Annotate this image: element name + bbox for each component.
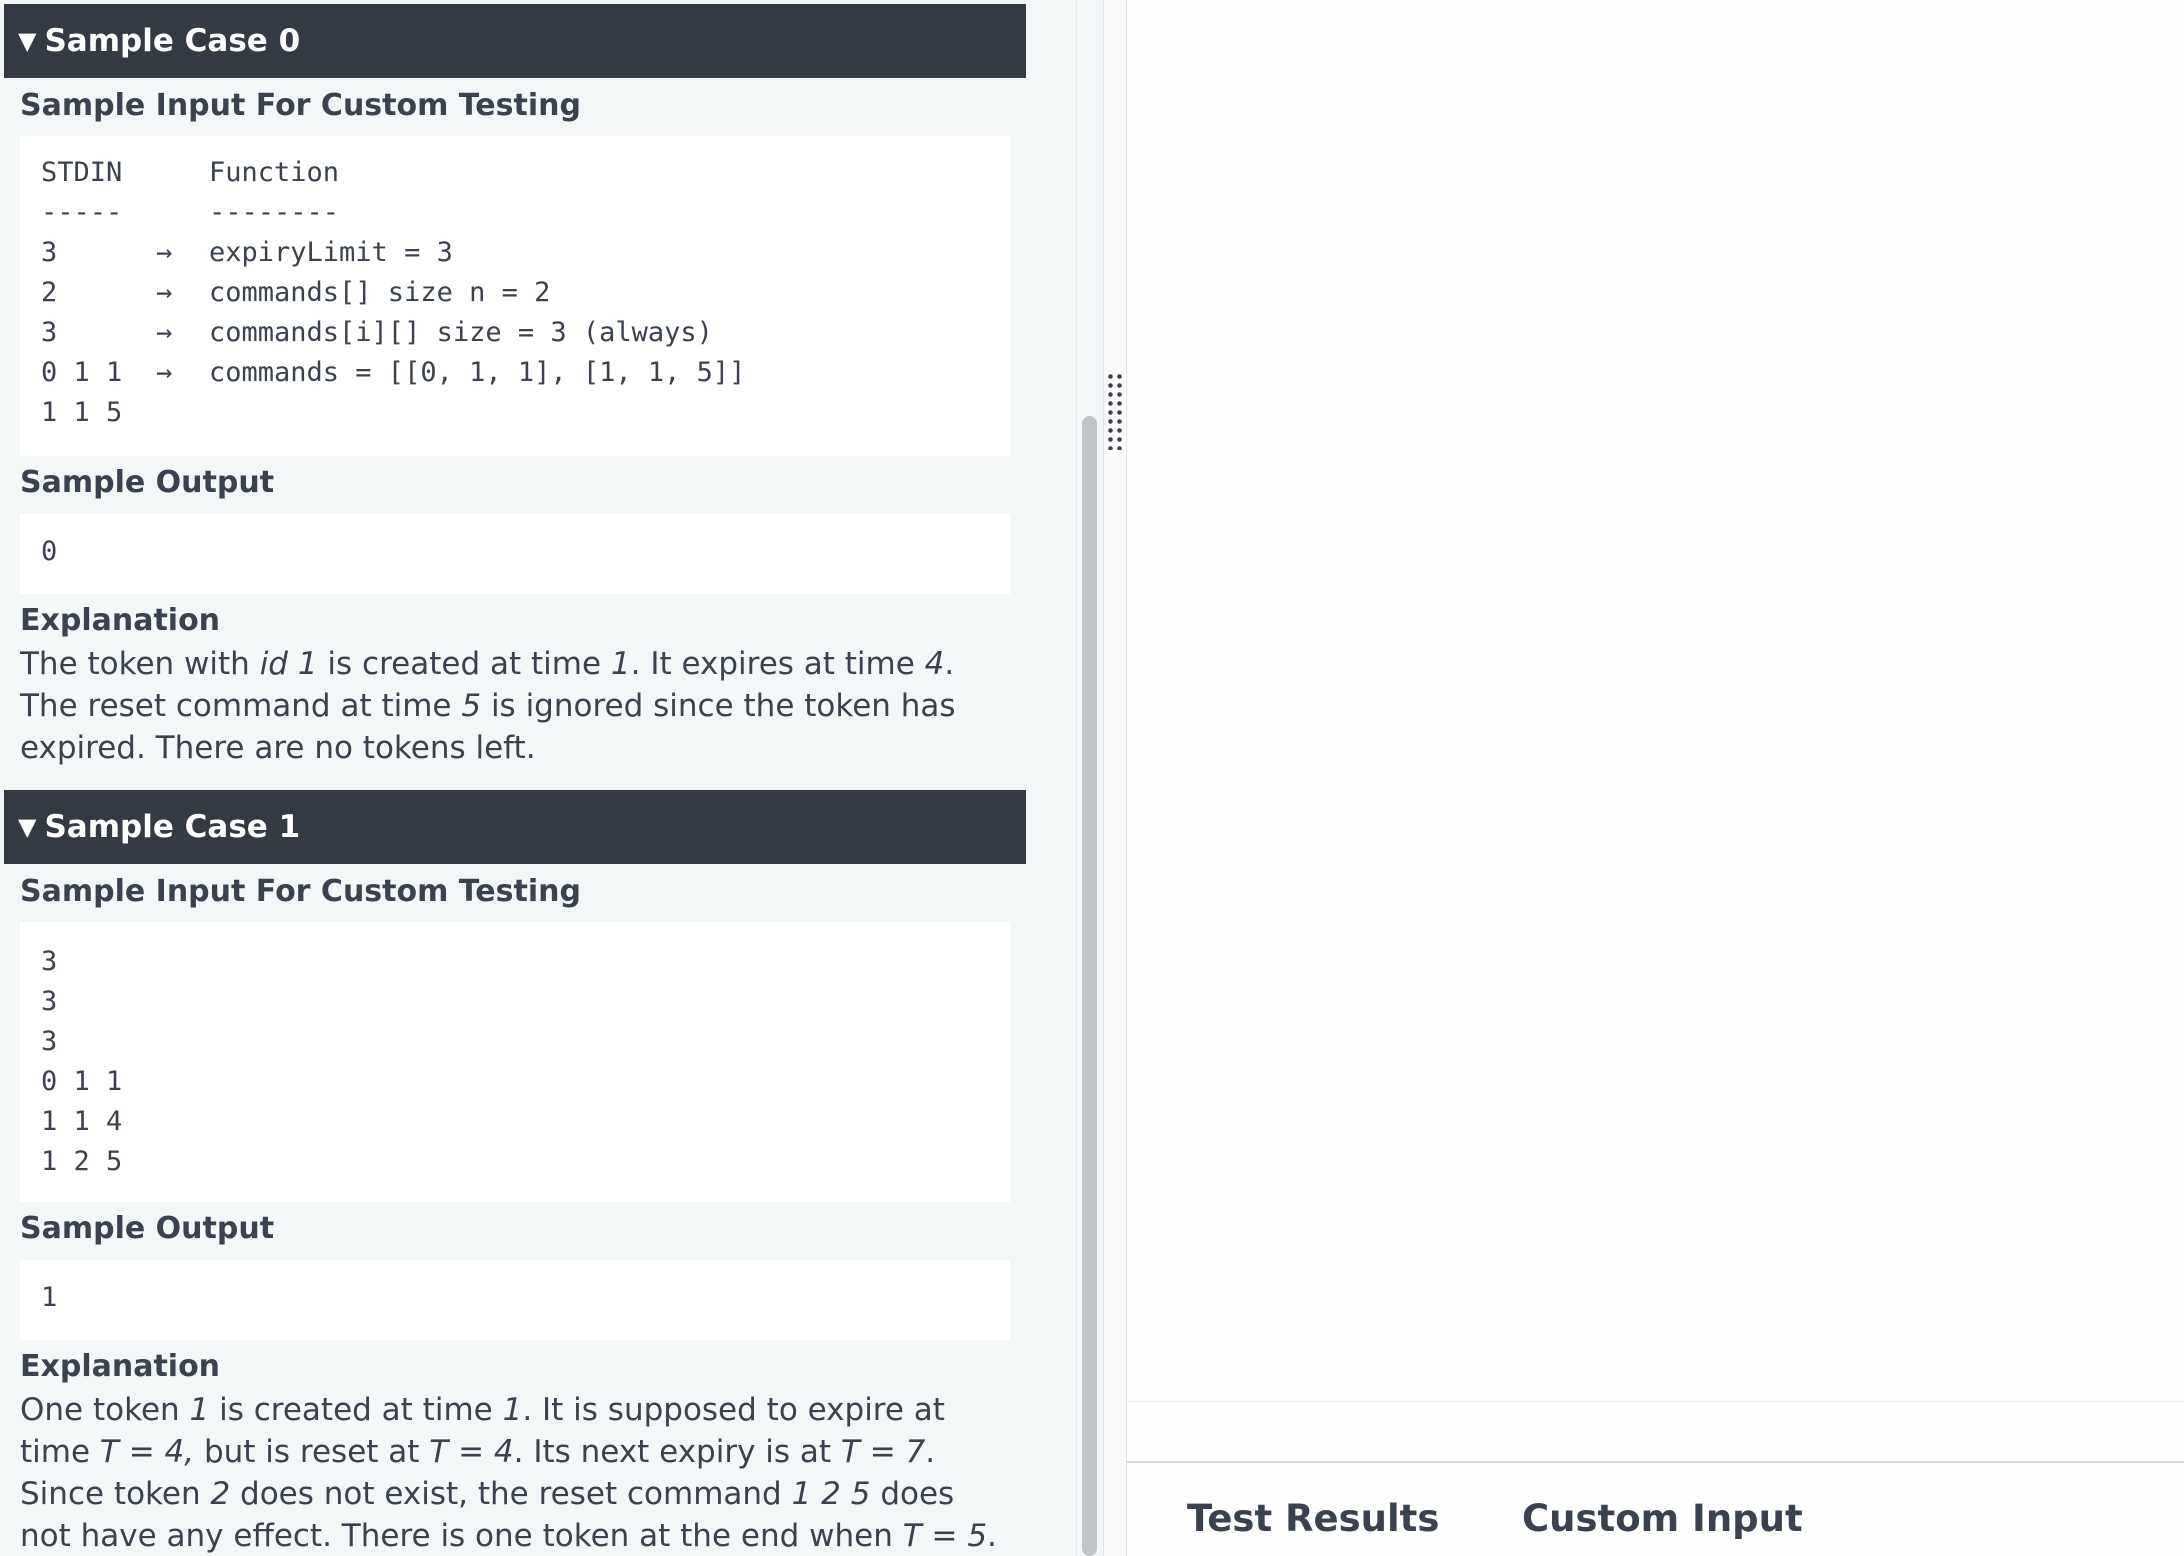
code-line: 1 xyxy=(41,1282,58,1313)
sample-case-0-title: Sample Case 0 xyxy=(44,23,301,59)
sample-output-heading: Sample Output xyxy=(20,465,275,500)
code-line: 3 xyxy=(41,986,58,1017)
tab-test-results[interactable]: Test Results xyxy=(1187,1497,1439,1540)
problem-panel: ▼ Sample Case 0 Sample Input For Custom … xyxy=(0,0,1076,1556)
code-line: 1 1 5 xyxy=(41,397,123,428)
sample-output-block: 0 xyxy=(20,514,1010,594)
sample-case-1-title: Sample Case 1 xyxy=(44,809,301,845)
code-line: STDIN Function xyxy=(41,157,340,188)
sample-case-1-header[interactable]: ▼ Sample Case 1 xyxy=(4,790,1026,864)
sample-input-heading: Sample Input For Custom Testing xyxy=(20,874,581,909)
sample-output-heading: Sample Output xyxy=(20,1211,275,1246)
sample-input-block: STDIN Function ----- -------- 3 → expiryLimi… xyxy=(20,136,1010,456)
scrollbar-thumb[interactable] xyxy=(1082,416,1097,1556)
sample-output-block: 1 xyxy=(20,1260,1010,1340)
panel-splitter[interactable] xyxy=(1103,0,1127,1556)
editor-panel xyxy=(1127,0,2184,1556)
sample-case-0-header[interactable]: ▼ Sample Case 0 xyxy=(4,4,1026,78)
divider xyxy=(1127,1401,2184,1402)
triangle-down-icon: ▼ xyxy=(18,813,37,841)
code-line: 2 → commands[] size n = 2 xyxy=(41,277,551,308)
code-line: 1 2 5 xyxy=(41,1146,123,1177)
code-line: 3 xyxy=(41,1026,58,1057)
triangle-down-icon: ▼ xyxy=(18,27,37,55)
code-line: 0 xyxy=(41,536,58,567)
code-line: 1 1 4 xyxy=(41,1106,123,1137)
code-line: 3 → expiryLimit = 3 xyxy=(41,237,453,268)
code-line: 3 xyxy=(41,946,58,977)
sample-input-heading: Sample Input For Custom Testing xyxy=(20,88,581,123)
explanation-heading: Explanation xyxy=(20,1349,221,1384)
code-line: 0 1 1 xyxy=(41,1066,123,1097)
explanation-text: The token with id 1 is created at time 1… xyxy=(20,646,956,766)
sample-input-block: 3 3 3 0 1 1 1 1 4 1 2 5 xyxy=(20,922,1010,1202)
divider xyxy=(1127,1461,2184,1463)
code-line: ----- -------- xyxy=(41,197,340,228)
tab-custom-input[interactable]: Custom Input xyxy=(1522,1497,1803,1540)
explanation-text: One token 1 is created at time 1. It is … xyxy=(20,1392,997,1554)
code-line: 0 1 1 → commands = [[0, 1, 1], [1, 1, 5]] xyxy=(41,357,746,388)
drag-handle-icon[interactable] xyxy=(1106,372,1124,450)
code-line: 3 → commands[i][] size = 3 (always) xyxy=(41,317,713,348)
explanation-heading: Explanation xyxy=(20,603,221,638)
